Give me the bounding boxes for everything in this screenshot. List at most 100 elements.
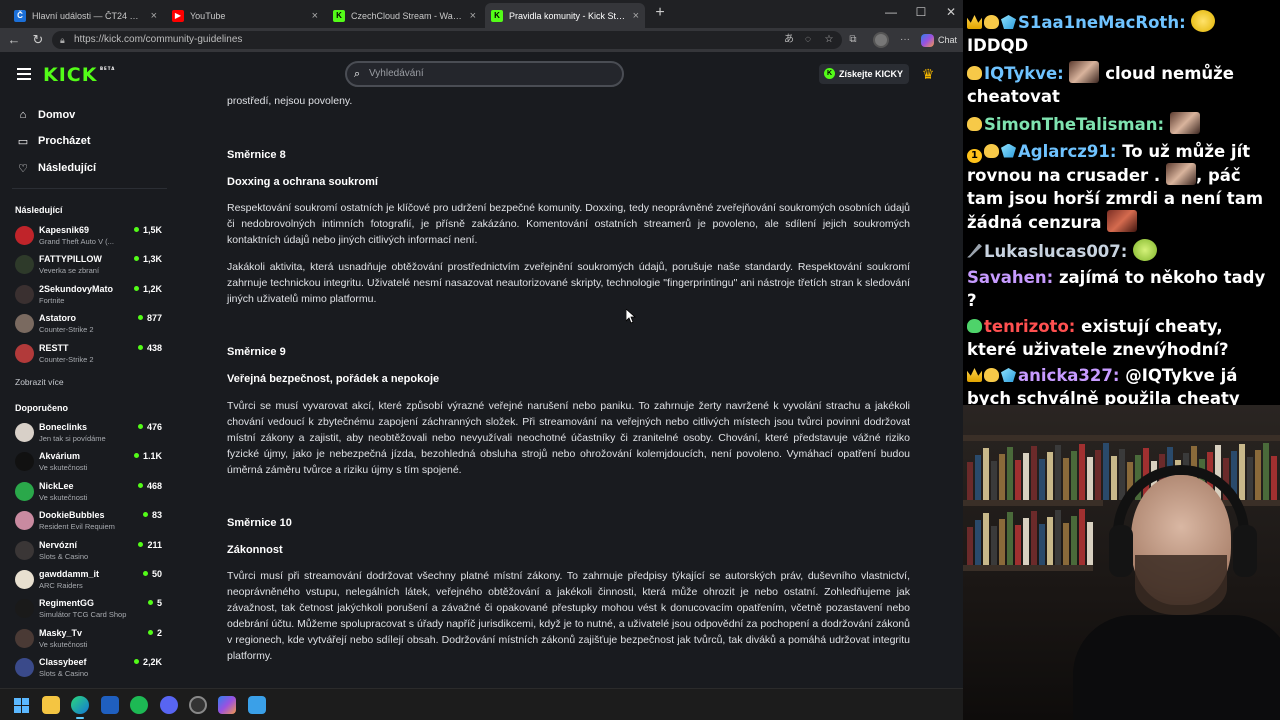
- menu-icon[interactable]: [17, 68, 31, 80]
- channel-item[interactable]: gawddamm_it ARC Raiders 50: [15, 567, 165, 594]
- chat-username: Savahen: [967, 268, 1047, 287]
- get-kicks-label: Získejte KICKY: [839, 69, 904, 79]
- avatar: [15, 226, 34, 245]
- channel-item[interactable]: FATTYPILLOW Veverka se zbraní 1,3K: [15, 252, 165, 279]
- windows-start-icon[interactable]: [12, 696, 30, 714]
- guideline-10-subtitle: Zákonnost: [227, 544, 283, 556]
- chat-badge-gem-icon: [1001, 15, 1016, 29]
- nav-label: Procházet: [38, 135, 91, 147]
- extensions-icon[interactable]: ⧉: [846, 33, 860, 47]
- show-more-link[interactable]: Zobrazit více: [15, 377, 64, 387]
- logo-text: KICK: [43, 64, 98, 86]
- channel-item[interactable]: Masky_Tv Ve skutečnosti 2: [15, 626, 165, 653]
- book: [1047, 452, 1053, 500]
- channel-item[interactable]: DookieBubbles Resident Evil Requiem 83: [15, 508, 165, 535]
- avatar: [15, 343, 34, 363]
- screen: Č Hlavní události — ČT24 — Česká t × ▶ Y…: [0, 0, 1280, 720]
- viewer-count: 83: [143, 510, 162, 520]
- maximize-icon[interactable]: ☐: [912, 5, 930, 19]
- chat-separator: :: [1157, 115, 1170, 134]
- chat-username: anicka327: [1018, 366, 1113, 385]
- close-icon[interactable]: ×: [633, 10, 639, 22]
- minimize-icon[interactable]: —: [882, 5, 900, 19]
- book: [975, 520, 981, 565]
- file-explorer-icon[interactable]: [42, 696, 60, 714]
- channel-item[interactable]: Astatoro Counter-Strike 2 877: [15, 311, 165, 338]
- edge-browser-icon[interactable]: [71, 696, 89, 719]
- nav-browse[interactable]: ▭ Procházet: [16, 131, 91, 151]
- channel-item[interactable]: RESTT Counter-Strike 2 438: [15, 341, 165, 368]
- channel-name: FATTYPILLOW: [39, 254, 102, 265]
- tab-ct24[interactable]: Č Hlavní události — ČT24 — Česká t ×: [8, 3, 163, 28]
- viewer-count: 1,5K: [134, 225, 162, 235]
- headset-ear-left: [1109, 525, 1133, 577]
- profile-avatar[interactable]: [873, 32, 889, 48]
- chat-message: Lukaslucas007:: [967, 238, 1276, 264]
- channel-item[interactable]: RegimentGG Simulátor TCG Card Shop 5: [15, 596, 165, 623]
- person: [1073, 615, 1280, 720]
- book: [999, 519, 1005, 565]
- avatar: [15, 255, 34, 275]
- channel-item[interactable]: Nervózní Slots & Casino 211: [15, 538, 165, 565]
- user-menu-icon[interactable]: ♛: [920, 65, 936, 83]
- copilot-chat-button[interactable]: Chat: [921, 32, 957, 48]
- channel-name: Nervózní: [39, 539, 78, 550]
- avatar: [15, 540, 34, 560]
- channel-category: Simulátor TCG Card Shop: [39, 610, 127, 620]
- tab-czechcloud[interactable]: K CzechCloud Stream - Watch Live o ×: [327, 3, 482, 28]
- copilot-icon: [921, 33, 934, 47]
- channel-item[interactable]: Boneclinks Jen tak si povídáme 476: [15, 420, 165, 447]
- app-icon[interactable]: [101, 696, 119, 714]
- book: [1071, 451, 1077, 500]
- channel-item[interactable]: Akvárium Ve skutečnosti 1.1K: [15, 449, 165, 476]
- reload-icon[interactable]: ↻: [30, 32, 46, 48]
- viewer-count: 5: [148, 598, 162, 608]
- divider: [12, 188, 167, 189]
- steam-icon[interactable]: [189, 696, 207, 714]
- avatar: [15, 628, 34, 648]
- book: [1015, 525, 1021, 565]
- avatar: [15, 314, 34, 334]
- viewer-count: 1,2K: [134, 284, 162, 294]
- more-menu-icon[interactable]: ···: [898, 33, 912, 47]
- viewer-count: 476: [138, 422, 162, 432]
- translate-icon[interactable]: あ: [782, 33, 796, 47]
- close-icon[interactable]: ×: [312, 10, 318, 22]
- channel-item[interactable]: Kapesnik69 Grand Theft Auto V (... 1,5K: [15, 223, 165, 250]
- nav-home[interactable]: ⌂ Domov: [16, 105, 76, 125]
- notepad-icon[interactable]: [248, 696, 266, 714]
- chat-separator: :: [1120, 241, 1134, 261]
- tab-guidelines[interactable]: K Pravidla komunity - Kick Streaming ×: [485, 3, 645, 28]
- chat-emote-icon: [1107, 210, 1138, 232]
- close-icon[interactable]: ×: [151, 10, 157, 22]
- nav-following[interactable]: ♡ Následující: [16, 158, 96, 178]
- copilot-taskbar-icon[interactable]: [218, 696, 236, 714]
- viewer-count: 2: [148, 628, 162, 638]
- reader-icon[interactable]: ◌: [801, 33, 815, 47]
- back-icon[interactable]: ←: [6, 32, 22, 48]
- search-input[interactable]: ⌕ Vyhledávání: [345, 61, 624, 87]
- channel-item[interactable]: NickLee Ve skutečnosti 468: [15, 479, 165, 506]
- headset-ear-right: [1233, 525, 1257, 577]
- tab-label: CzechCloud Stream - Watch Live o: [351, 10, 464, 21]
- channel-name: gawddamm_it: [39, 569, 100, 579]
- favorite-star-icon[interactable]: ☆: [822, 33, 836, 47]
- tab-youtube[interactable]: ▶ YouTube ×: [166, 3, 324, 28]
- chat-username: Lukaslucas007: [984, 241, 1121, 261]
- kick-icon: K: [333, 9, 345, 22]
- chat-badge-hand-icon: [984, 15, 999, 29]
- book: [983, 513, 989, 565]
- get-kicks-button[interactable]: K Získejte KICKY: [819, 64, 910, 84]
- channel-category: Fortnite: [39, 295, 65, 305]
- kick-logo[interactable]: KICK BETA: [43, 64, 114, 86]
- taskbar: [0, 688, 963, 720]
- new-tab-button[interactable]: +: [651, 4, 669, 22]
- url-field[interactable]: 🔒︎ https://kick.com/community-guidelines: [52, 31, 842, 49]
- channel-item[interactable]: Classybeef Slots & Casino 2,2K: [15, 655, 165, 682]
- url-text: https://kick.com/community-guidelines: [74, 34, 243, 45]
- spotify-icon[interactable]: [130, 696, 148, 714]
- channel-item[interactable]: 2SekundovyMato Fortnite 1,2K: [15, 282, 165, 309]
- close-icon[interactable]: ×: [470, 10, 476, 22]
- close-window-icon[interactable]: ✕: [942, 5, 960, 19]
- discord-icon[interactable]: [160, 696, 178, 714]
